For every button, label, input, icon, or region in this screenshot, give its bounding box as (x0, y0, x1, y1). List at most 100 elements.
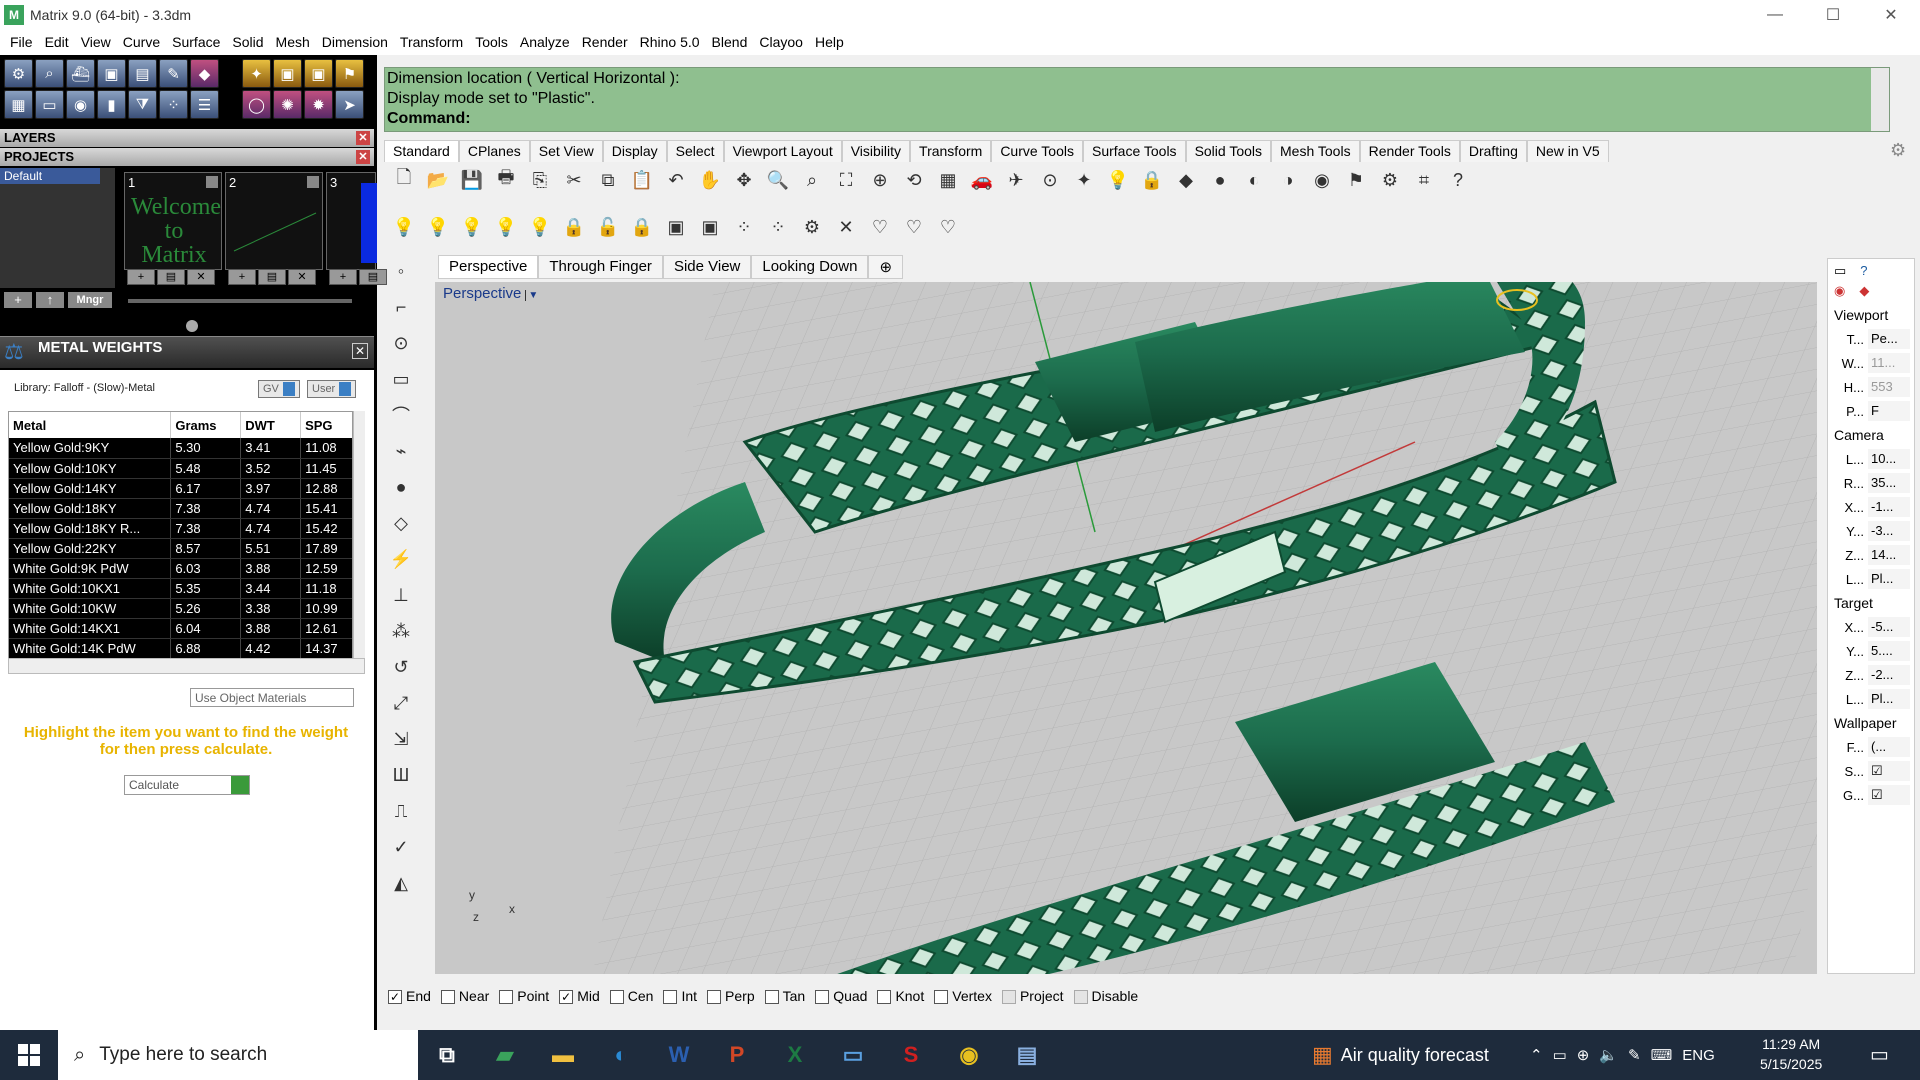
use-object-materials-button[interactable]: Use Object Materials (190, 688, 354, 707)
menu-solid[interactable]: Solid (226, 34, 269, 50)
flag-tool-icon[interactable]: ⚑ (335, 59, 364, 88)
left-tool-6-icon[interactable]: ● (386, 474, 416, 500)
tab-render-tools[interactable]: Render Tools (1359, 140, 1460, 162)
grid-tool-icon[interactable]: ▦ (4, 90, 33, 119)
close-button[interactable]: ✕ (1862, 0, 1920, 29)
desktop-icon[interactable]: ▭ (824, 1030, 882, 1080)
tab-looking-down[interactable]: Looking Down (751, 255, 869, 279)
table-row[interactable]: White Gold:10KX1 5.35 3.44 11.18 (9, 578, 352, 599)
menu-curve[interactable]: Curve (117, 34, 166, 50)
maximize-button[interactable]: ☐ (1804, 0, 1862, 29)
table-row[interactable]: White Gold:14KX1 6.04 3.88 12.61 (9, 618, 352, 639)
secondary-tool-16-icon[interactable]: ♡ (934, 213, 962, 241)
checkbox-icon[interactable] (934, 990, 949, 1005)
standard-tool-23-icon[interactable]: ◆ (1172, 166, 1200, 194)
command-scrollbar[interactable] (1871, 68, 1889, 131)
table-row[interactable]: White Gold:14K PdW 6.88 4.42 14.37 (9, 638, 352, 658)
menu-rhino5[interactable]: Rhino 5.0 (634, 34, 706, 50)
tab-new-in-v5[interactable]: New in V5 (1526, 140, 1609, 162)
checkbox-icon[interactable] (877, 990, 892, 1005)
secondary-tool-0-icon[interactable]: 💡 (390, 213, 418, 241)
osnap-cen[interactable]: Cen (609, 988, 653, 1005)
tab-perspective[interactable]: Perspective (438, 255, 539, 279)
gear-icon[interactable]: ⚙ (1890, 140, 1906, 161)
up-layer-button[interactable]: ↑ (36, 292, 64, 308)
osnap-vertex[interactable]: Vertex (934, 988, 992, 1005)
notification-icon[interactable]: ▭ (1870, 1042, 1889, 1067)
matrix-taskbar-icon[interactable]: ▰ (476, 1030, 534, 1080)
menu-dimension[interactable]: Dimension (316, 34, 394, 50)
command-history[interactable]: Dimension location ( Vertical Horizontal… (384, 67, 1890, 132)
table-vscroll[interactable] (353, 411, 365, 659)
checkbox-icon[interactable]: ✓ (388, 990, 402, 1005)
user-toggle[interactable]: User (307, 380, 357, 398)
excel-icon[interactable]: X (766, 1030, 824, 1080)
search-tool-icon[interactable]: ⌕ (35, 59, 64, 88)
menu-view[interactable]: View (75, 34, 117, 50)
add-viewport-button[interactable]: ⊕ (868, 255, 904, 279)
left-tool-2-icon[interactable]: ⊙ (386, 330, 416, 356)
left-tool-0-icon[interactable]: ◦ (386, 258, 416, 284)
metal-weights-close-icon[interactable]: ✕ (352, 343, 368, 359)
checkbox-icon[interactable] (1001, 990, 1016, 1005)
left-tool-15-icon[interactable]: ⎍ (386, 798, 416, 824)
menu-file[interactable]: File (4, 34, 39, 50)
remote-desktop-icon[interactable]: ▤ (998, 1030, 1056, 1080)
standard-tool-3-icon[interactable]: 🖶 (492, 166, 520, 194)
secondary-tool-4-icon[interactable]: 💡 (526, 213, 554, 241)
standard-tool-4-icon[interactable]: ⎘ (526, 166, 554, 194)
thumb-add-button[interactable]: + (127, 269, 155, 285)
language-indicator[interactable]: ENG (1682, 1047, 1715, 1064)
mngr-button[interactable]: Mngr (68, 292, 112, 308)
checkbox-icon[interactable] (707, 990, 722, 1005)
volume-icon[interactable]: 🔈 (1599, 1046, 1618, 1064)
osnap-end[interactable]: ✓ End (388, 988, 431, 1005)
standard-tool-11-icon[interactable]: 🔍 (764, 166, 792, 194)
menu-surface[interactable]: Surface (166, 34, 226, 50)
projects-header[interactable]: PROJECTS ✕ (0, 148, 374, 166)
standard-tool-2-icon[interactable]: 💾 (458, 166, 486, 194)
osnap-perp[interactable]: Perp (707, 988, 755, 1005)
thumb-delete-button[interactable]: ✕ (187, 269, 215, 285)
menu-clayoo[interactable]: Clayoo (753, 34, 809, 50)
word-icon[interactable]: W (650, 1030, 708, 1080)
standard-tool-21-icon[interactable]: 💡 (1104, 166, 1132, 194)
project-thumb-1[interactable]: 1 Welcome to Matrix (124, 172, 222, 270)
table-row[interactable]: Yellow Gold:18KY R... 7.38 4.74 15.42 (9, 518, 352, 539)
checkbox-icon[interactable] (499, 990, 514, 1005)
layer-list[interactable]: Default (0, 168, 115, 288)
standard-tool-25-icon[interactable]: ◐ (1240, 166, 1268, 194)
col-dwt[interactable]: DWT (240, 412, 302, 438)
left-tool-17-icon[interactable]: ◭ (386, 870, 416, 896)
standard-tool-30-icon[interactable]: ⌗ (1410, 166, 1438, 194)
standard-tool-12-icon[interactable]: ⌕ (798, 166, 826, 194)
tab-set-view[interactable]: Set View (529, 140, 603, 162)
project-thumb-2[interactable]: 2 (225, 172, 323, 270)
cylinder-tool-icon[interactable]: ▮ (97, 90, 126, 119)
checkbox-icon[interactable] (764, 990, 779, 1005)
table-hscroll[interactable] (8, 658, 365, 674)
keyboard-icon[interactable]: ⌨ (1651, 1046, 1673, 1064)
standard-tool-28-icon[interactable]: ⚑ (1342, 166, 1370, 194)
filter-tool-icon[interactable]: ⧩ (128, 90, 157, 119)
col-spg[interactable]: SPG (300, 412, 352, 438)
secondary-tool-15-icon[interactable]: ♡ (900, 213, 928, 241)
dots-tool-icon[interactable]: ⁘ (159, 90, 188, 119)
osnap-quad[interactable]: Quad (815, 988, 867, 1005)
secondary-tool-10-icon[interactable]: ⁘ (730, 213, 758, 241)
thumb-slider[interactable] (128, 299, 352, 303)
thumb-add-button[interactable]: + (228, 269, 256, 285)
perspective-viewport[interactable]: Perspective ▼ y z x (435, 282, 1817, 974)
project-thumb-3[interactable]: 3 (326, 172, 377, 270)
secondary-tool-6-icon[interactable]: 🔓 (594, 213, 622, 241)
osnap-knot[interactable]: Knot (877, 988, 924, 1005)
ship-tool-icon[interactable]: ⛴ (66, 59, 95, 88)
page-tool-icon[interactable]: ▤ (128, 59, 157, 88)
file-explorer-icon[interactable]: ▬ (534, 1030, 592, 1080)
tab-through-finger[interactable]: Through Finger (538, 255, 663, 279)
standard-tool-8-icon[interactable]: ↶ (662, 166, 690, 194)
network-icon[interactable]: ⊕ (1577, 1046, 1590, 1064)
projects-close-icon[interactable]: ✕ (356, 150, 370, 164)
checkbox-icon[interactable] (663, 990, 678, 1005)
standard-tool-24-icon[interactable]: ● (1206, 166, 1234, 194)
